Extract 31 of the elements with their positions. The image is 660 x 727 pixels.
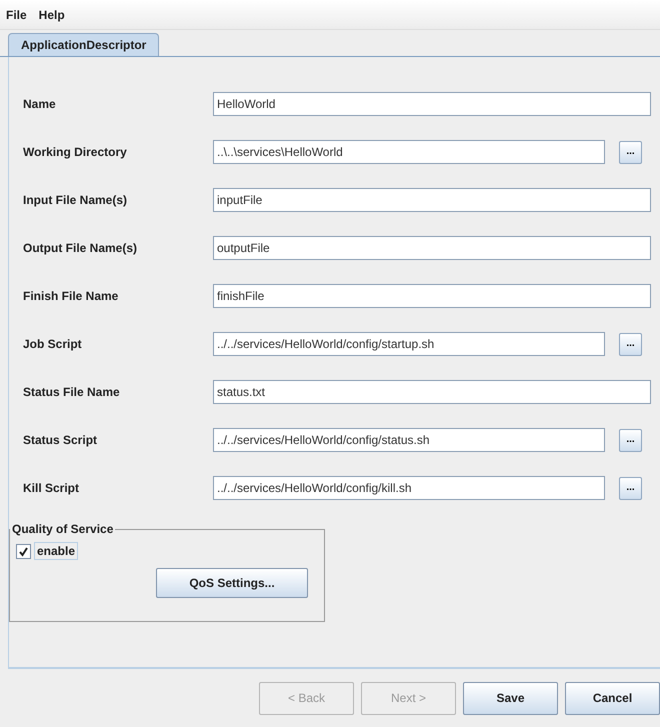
browse-button[interactable]: ... xyxy=(619,140,642,164)
menu-item[interactable]: Help xyxy=(38,8,65,22)
checkbox[interactable] xyxy=(16,544,31,558)
field-label: Job Script xyxy=(23,337,83,351)
field-label: Output File Name(s) xyxy=(23,241,138,255)
text-field[interactable]: ../../services/HelloWorld/config/kill.sh xyxy=(213,476,605,500)
dialog-button[interactable]: Cancel xyxy=(565,682,660,714)
menu-item[interactable]: File xyxy=(6,8,27,22)
group-title: Quality of Service xyxy=(11,522,114,536)
field-label: Name xyxy=(23,97,57,111)
qos-settings-button[interactable]: QoS Settings... xyxy=(156,568,308,598)
text-field[interactable]: finishFile xyxy=(213,284,651,308)
dialog-button[interactable]: Save xyxy=(463,682,558,714)
text-field[interactable]: ..\..\services\HelloWorld xyxy=(213,140,605,164)
text-field[interactable]: inputFile xyxy=(213,188,651,212)
field-label: Status File Name xyxy=(23,385,121,399)
checkbox-label[interactable]: enable xyxy=(34,542,78,560)
text-field[interactable]: ../../services/HelloWorld/config/startup.sh xyxy=(213,332,605,356)
browse-button[interactable]: ... xyxy=(619,332,642,356)
browse-button[interactable]: ... xyxy=(619,428,642,452)
field-label: Status Script xyxy=(23,433,98,447)
browse-button[interactable]: ... xyxy=(619,476,642,500)
tab[interactable]: ApplicationDescriptor xyxy=(8,33,160,56)
text-field[interactable]: status.txt xyxy=(213,380,651,404)
text-field[interactable]: ../../services/HelloWorld/config/status.sh xyxy=(213,428,605,452)
text-field[interactable]: outputFile xyxy=(213,236,651,260)
field-label: Working Directory xyxy=(23,145,128,159)
field-label: Kill Script xyxy=(23,481,80,495)
field-label: Input File Name(s) xyxy=(23,193,128,207)
field-label: Finish File Name xyxy=(23,289,120,303)
text-field[interactable]: HelloWorld xyxy=(213,92,651,116)
